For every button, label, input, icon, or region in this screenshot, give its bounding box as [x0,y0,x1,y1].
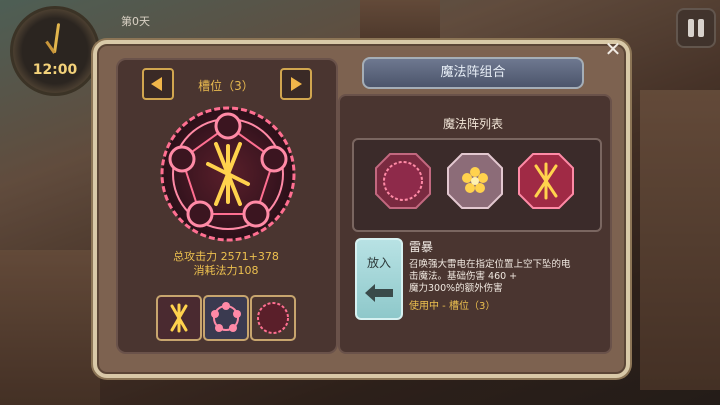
array-tile-flower[interactable] [446,152,504,210]
mana-cost: 消耗法力108 [193,264,259,277]
flower-rune-icon [447,153,503,209]
spell-status: 使用中 - 槽位（3） [409,301,496,312]
clock-hand-hour [53,23,61,54]
pause-icon-bar-left [688,19,694,37]
day-counter: 第0天 [121,15,150,28]
spell-description: 召唤强大雷电在指定位置上空下坠的电 击魔法。基础伤害 460 + 魔力300%的… [409,259,601,295]
array-list-title: 魔法阵列表 [442,117,503,131]
spell-desc-line: 魔力300%的额外伤害 [409,283,503,294]
array-tile-circle[interactable] [374,152,432,210]
thunder-icon [170,303,188,333]
slot-icon-thunder[interactable] [156,295,202,341]
slot-icon-ring-rune[interactable] [203,295,249,341]
close-icon[interactable]: ✕ [600,36,626,62]
pause-icon-bar-right [698,19,704,37]
spell-name: 雷暴 [409,240,434,254]
pause-button[interactable] [676,8,716,48]
slot-label: 槽位（3） [198,79,254,93]
prev-slot-button[interactable] [142,68,174,100]
spell-desc-line: 击魔法。基础伤害 460 + [409,271,518,282]
arrow-right-icon [291,77,302,91]
day-clock: 12:00 [10,6,100,96]
magic-circle-icon [375,153,431,209]
clock-time: 12:00 [32,62,78,78]
arrow-left-icon [151,77,162,91]
next-slot-button[interactable] [280,68,312,100]
magic-circle-icon [257,302,289,334]
arrow-left-icon [365,284,393,302]
slot-icon-circle[interactable] [250,295,296,341]
combo-header: 魔法阵组合 [362,57,584,89]
attack-power: 总攻击力 2571+378 [173,250,279,263]
array-tile-thunder[interactable] [517,152,575,210]
magic-circle-preview [160,106,296,242]
put-in-label: 放入 [366,256,391,270]
thunder-icon [518,153,574,209]
spell-stats: 总攻击力 2571+378 消耗法力108 [116,250,336,278]
rune-ring-icon [211,302,241,332]
spell-desc-line: 召唤强大雷电在指定位置上空下坠的电 [409,259,571,270]
put-in-button[interactable]: 放入 [355,238,403,320]
